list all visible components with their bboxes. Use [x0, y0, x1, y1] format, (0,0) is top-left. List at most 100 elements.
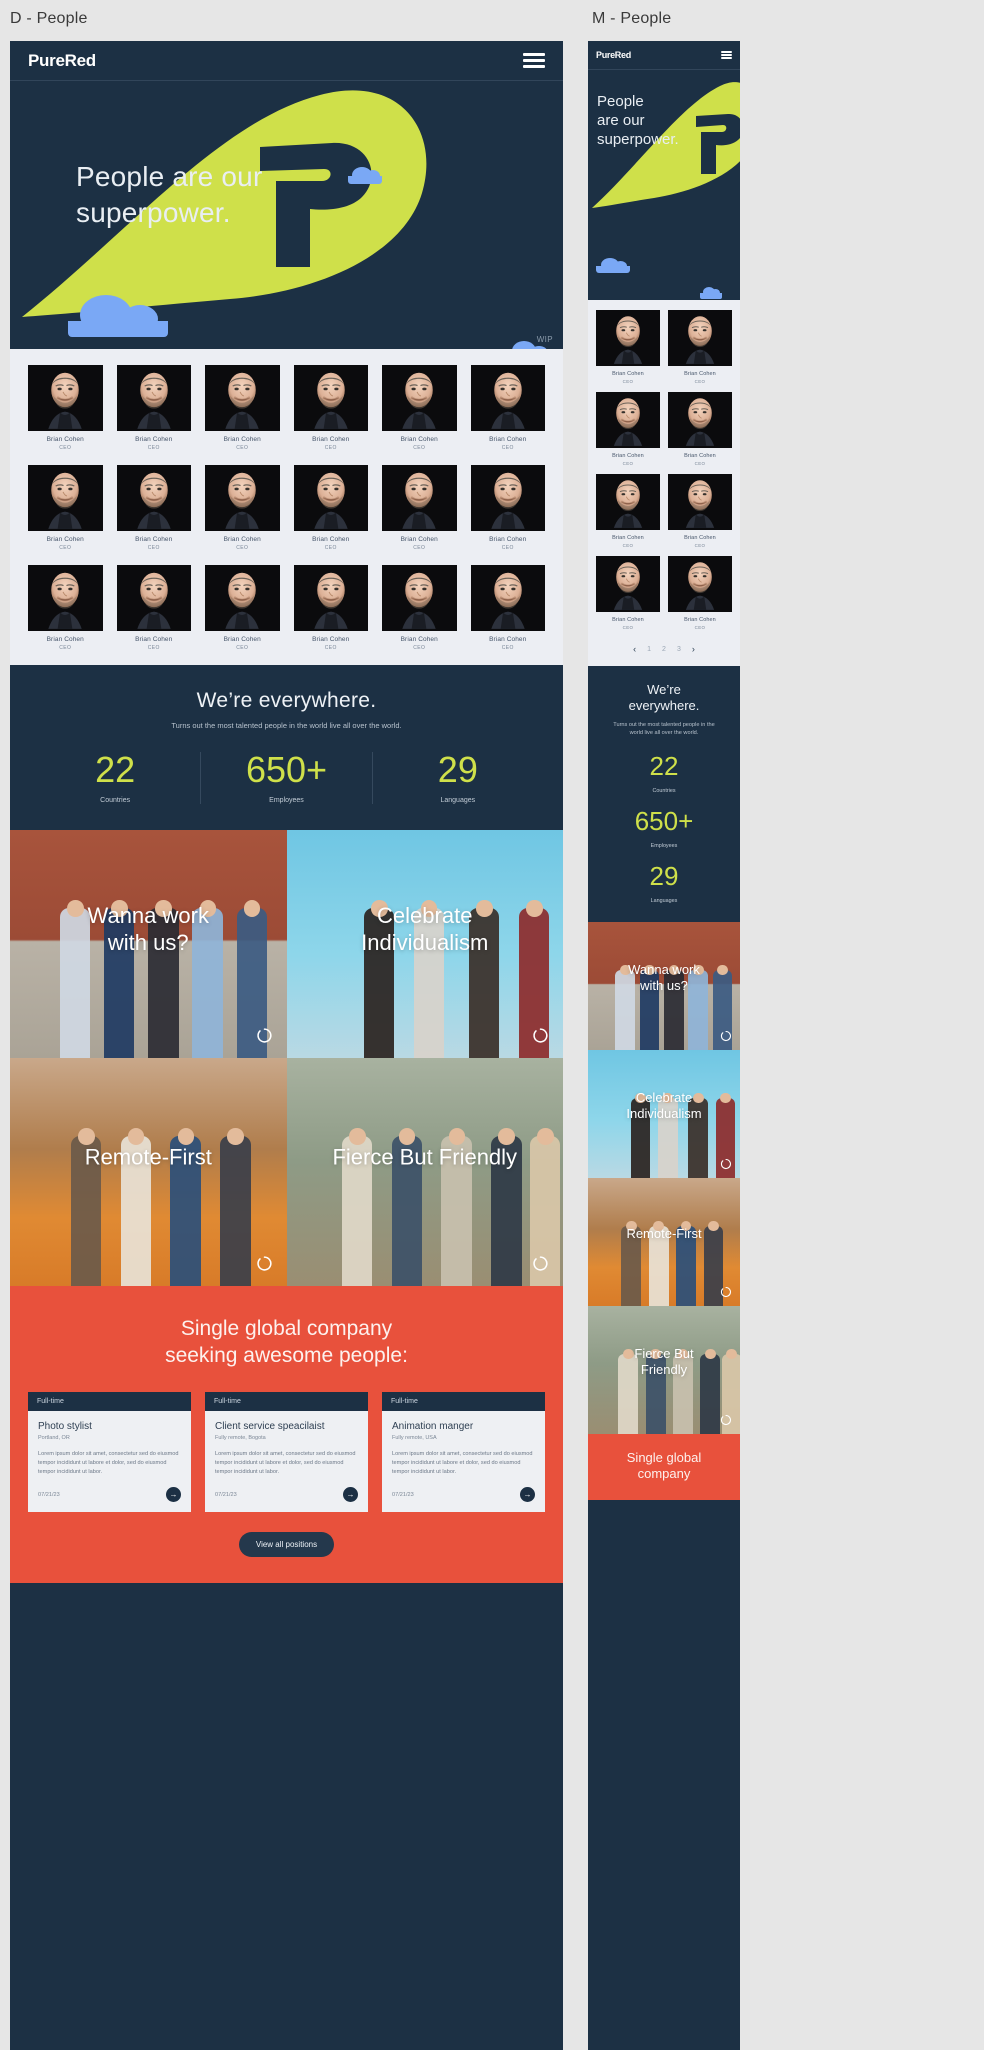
team-member-name: Brian Cohen: [400, 436, 438, 443]
team-member-role: CEO: [236, 545, 249, 551]
photo-tile[interactable]: Wanna work with us?: [10, 830, 287, 1058]
team-member-card[interactable]: Brian Cohen CEO: [293, 365, 368, 451]
photo-tile[interactable]: Fierce But Friendly: [588, 1305, 740, 1434]
mobile-artboard: PureRed People are our superpower. Brian…: [588, 41, 740, 2050]
view-all-positions-button[interactable]: View all positions: [238, 1532, 335, 1558]
team-member-card[interactable]: Brian Cohen CEO: [668, 556, 732, 630]
brand-logo[interactable]: PureRed: [596, 50, 631, 60]
job-arrow-icon[interactable]: →: [520, 1487, 535, 1503]
team-member-role: CEO: [622, 379, 634, 384]
team-member-card[interactable]: Brian Cohen CEO: [116, 465, 191, 551]
tile-title-line-1: Fierce But: [634, 1346, 694, 1362]
team-member-role: CEO: [622, 625, 634, 630]
stats-row: 22 Countries 650+ Employees 29 Languages: [30, 752, 543, 804]
team-member-card[interactable]: Brian Cohen CEO: [668, 474, 732, 548]
photo-tile[interactable]: Remote-First: [588, 1177, 740, 1306]
photo-tile[interactable]: Fierce But Friendly: [286, 1058, 563, 1286]
team-member-card[interactable]: Brian Cohen CEO: [470, 565, 545, 651]
loading-spinner-icon: [256, 1256, 272, 1271]
team-member-card[interactable]: Brian Cohen CEO: [116, 365, 191, 451]
stat-value: 650+: [245, 749, 328, 790]
team-member-card[interactable]: Brian Cohen CEO: [668, 392, 732, 466]
team-member-photo: [668, 474, 732, 530]
pagination-page-2[interactable]: 2: [662, 646, 666, 653]
team-member-card[interactable]: Brian Cohen CEO: [470, 465, 545, 551]
wip-label: WIP: [536, 335, 553, 344]
pagination-page-3[interactable]: 3: [677, 646, 681, 653]
job-card[interactable]: Full-time Client service speacilaist Fully…: [205, 1391, 368, 1513]
team-member-card[interactable]: Brian Cohen CEO: [382, 565, 457, 651]
job-type-tag: Full-time: [205, 1391, 368, 1411]
team-member-card[interactable]: Brian Cohen CEO: [596, 310, 660, 384]
job-card[interactable]: Full-time Animation manger Fully remote, U…: [382, 1391, 545, 1513]
team-pagination: ‹ 1 2 3 ›: [588, 636, 740, 666]
team-member-card[interactable]: Brian Cohen CEO: [116, 565, 191, 651]
tile-title-line-1: Wanna work: [628, 962, 700, 978]
team-member-name: Brian Cohen: [135, 536, 173, 543]
photo-tile[interactable]: Remote-First: [10, 1058, 287, 1286]
job-arrow-icon[interactable]: →: [343, 1487, 358, 1503]
team-member-card[interactable]: Brian Cohen CEO: [205, 365, 280, 451]
team-member-role: CEO: [236, 645, 249, 651]
team-member-card[interactable]: Brian Cohen CEO: [205, 565, 280, 651]
job-card-footer: 07/21/23 →: [382, 1477, 545, 1512]
team-member-name: Brian Cohen: [223, 536, 261, 543]
team-member-card[interactable]: Brian Cohen CEO: [596, 392, 660, 466]
team-member-card[interactable]: Brian Cohen CEO: [205, 465, 280, 551]
loading-spinner-icon: [720, 1030, 732, 1041]
team-member-name: Brian Cohen: [400, 536, 438, 543]
team-member-name: Brian Cohen: [223, 636, 261, 643]
hamburger-menu-icon[interactable]: [523, 53, 545, 68]
hero-title-line-2: superpower.: [76, 196, 231, 228]
jobs-heading: Single global company seeking awesome pe…: [28, 1316, 545, 1370]
loading-spinner-icon: [720, 1158, 732, 1169]
team-member-card[interactable]: Brian Cohen CEO: [596, 556, 660, 630]
tile-title-line-2: Individualism: [361, 930, 489, 956]
team-member-name: Brian Cohen: [312, 636, 350, 643]
team-member-photo: [668, 556, 732, 612]
loading-spinner-icon: [720, 1414, 732, 1425]
team-member-card[interactable]: Brian Cohen CEO: [293, 565, 368, 651]
photo-tile[interactable]: Celebrate Individualism: [588, 1049, 740, 1178]
team-member-card[interactable]: Brian Cohen CEO: [596, 474, 660, 548]
team-member-card[interactable]: Brian Cohen CEO: [382, 365, 457, 451]
team-member-card[interactable]: Brian Cohen CEO: [28, 465, 103, 551]
photo-tile[interactable]: Wanna work with us?: [588, 921, 740, 1050]
pagination-prev-icon[interactable]: ‹: [633, 644, 636, 654]
team-member-photo: [470, 565, 545, 631]
team-member-card[interactable]: Brian Cohen CEO: [470, 365, 545, 451]
photo-tile-title: Remote-First: [10, 1145, 287, 1172]
job-arrow-icon[interactable]: →: [166, 1487, 181, 1503]
team-member-card[interactable]: Brian Cohen CEO: [28, 365, 103, 451]
stats-heading: We’re everywhere.: [196, 689, 377, 712]
team-member-photo: [668, 392, 732, 448]
team-member-card[interactable]: Brian Cohen CEO: [293, 465, 368, 551]
hero-title-line-1: People: [597, 93, 644, 110]
team-member-name: Brian Cohen: [46, 536, 84, 543]
brand-logo[interactable]: PureRed: [28, 51, 96, 71]
pagination-next-icon[interactable]: ›: [692, 644, 695, 654]
team-member-photo: [596, 310, 660, 366]
team-member-role: CEO: [622, 543, 634, 548]
hero-title: People are our superpower.: [597, 92, 717, 150]
job-card[interactable]: Full-time Photo stylist Portland, OR Lorem …: [28, 1391, 191, 1513]
mobile-navbar: PureRed: [588, 41, 740, 70]
photo-tile[interactable]: Celebrate Individualism: [286, 830, 563, 1058]
job-title: Animation manger: [392, 1420, 474, 1432]
team-member-name: Brian Cohen: [400, 636, 438, 643]
team-member-name: Brian Cohen: [684, 453, 716, 459]
hamburger-menu-icon[interactable]: [721, 51, 732, 59]
stats-subheading: Turns out the most talented people in th…: [613, 721, 715, 736]
stat-value: 29: [649, 860, 679, 891]
team-member-role: CEO: [413, 445, 426, 451]
desktop-photo-tiles: Wanna work with us? Celebrate Individualism…: [10, 830, 563, 1286]
tile-title-line-2: with us?: [107, 930, 189, 956]
stats-heading: We’re everywhere.: [598, 682, 730, 715]
pagination-page-1[interactable]: 1: [647, 646, 651, 653]
job-title: Photo stylist: [38, 1420, 92, 1432]
team-member-card[interactable]: Brian Cohen CEO: [668, 310, 732, 384]
team-member-photo: [28, 365, 103, 431]
team-member-card[interactable]: Brian Cohen CEO: [28, 565, 103, 651]
team-member-card[interactable]: Brian Cohen CEO: [382, 465, 457, 551]
stats-subheading: Turns out the most talented people in th…: [171, 721, 402, 730]
